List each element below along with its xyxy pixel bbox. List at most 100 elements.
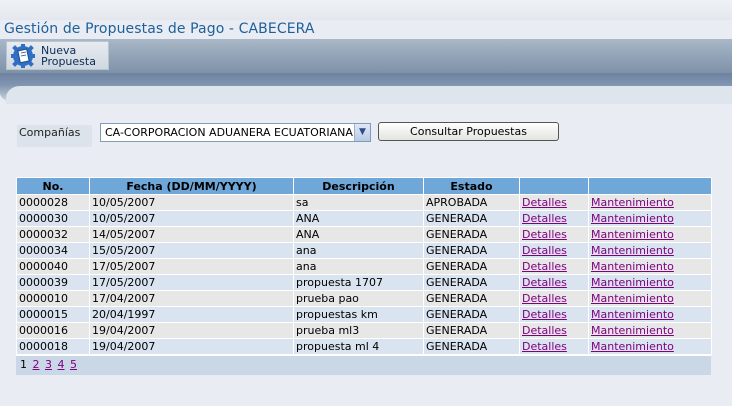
cell-estado: GENERADA	[423, 274, 520, 291]
cell-descripcion: prueba pao	[293, 290, 424, 307]
table-row: 0000030 10/05/2007 ANA GENERADA Detalles Mant…	[16, 210, 712, 227]
cell-mantenimiento: Mantenimiento	[588, 306, 712, 323]
cell-no: 0000016	[16, 322, 90, 339]
cell-descripcion: ana	[293, 242, 424, 259]
cell-estado: APROBADA	[423, 194, 520, 211]
cell-detalles: Detalles	[519, 338, 589, 355]
cell-no: 0000039	[16, 274, 90, 291]
cell-no: 0000015	[16, 306, 90, 323]
column-header-no: No.	[16, 177, 90, 195]
toolbar: Nueva Propuesta	[0, 39, 732, 73]
table-row: 0000018 19/04/2007 propuesta ml 4 GENERADA D…	[16, 338, 712, 355]
cell-descripcion: propuesta ml 4	[293, 338, 424, 355]
mantenimiento-link[interactable]: Mantenimiento	[591, 276, 674, 289]
cell-no: 0000040	[16, 258, 90, 275]
detalles-link[interactable]: Detalles	[522, 324, 567, 337]
new-proposal-label: Nueva Propuesta	[41, 44, 96, 68]
cell-fecha: 14/05/2007	[89, 226, 294, 243]
mantenimiento-link[interactable]: Mantenimiento	[591, 196, 674, 209]
pagination-page-link[interactable]: 4	[58, 358, 65, 371]
detalles-link[interactable]: Detalles	[522, 228, 567, 241]
table-header-row: No. Fecha (DD/MM/YYYY) Descripción Estad…	[16, 177, 712, 195]
detalles-link[interactable]: Detalles	[522, 308, 567, 321]
cell-no: 0000028	[16, 194, 90, 211]
mantenimiento-link[interactable]: Mantenimiento	[591, 340, 674, 353]
cell-mantenimiento: Mantenimiento	[588, 210, 712, 227]
pagination: 1 2 3 4 5	[16, 355, 711, 375]
cell-mantenimiento: Mantenimiento	[588, 194, 712, 211]
cell-no: 0000034	[16, 242, 90, 259]
table-row: 0000032 14/05/2007 ANA GENERADA Detalles Mant…	[16, 226, 712, 243]
cell-descripcion: ANA	[293, 210, 424, 227]
mantenimiento-link[interactable]: Mantenimiento	[591, 260, 674, 273]
cell-no: 0000010	[16, 290, 90, 307]
column-header-fecha: Fecha (DD/MM/YYYY)	[89, 177, 294, 195]
mantenimiento-link[interactable]: Mantenimiento	[591, 292, 674, 305]
cell-fecha: 19/04/2007	[89, 338, 294, 355]
cell-descripcion: propuesta 1707	[293, 274, 424, 291]
mantenimiento-link[interactable]: Mantenimiento	[591, 244, 674, 257]
cell-descripcion: propuestas km	[293, 306, 424, 323]
cell-mantenimiento: Mantenimiento	[588, 322, 712, 339]
pagination-page-link[interactable]: 2	[33, 358, 40, 371]
cell-estado: GENERADA	[423, 210, 520, 227]
cell-estado: GENERADA	[423, 290, 520, 307]
table-row: 0000040 17/05/2007 ana GENERADA Detalles Mant…	[16, 258, 712, 275]
detalles-link[interactable]: Detalles	[522, 196, 567, 209]
proposals-table: No. Fecha (DD/MM/YYYY) Descripción Estad…	[16, 177, 712, 355]
mantenimiento-link[interactable]: Mantenimiento	[591, 324, 674, 337]
chevron-down-icon[interactable]: ▼	[354, 124, 370, 141]
detalles-link[interactable]: Detalles	[522, 244, 567, 257]
mantenimiento-link[interactable]: Mantenimiento	[591, 212, 674, 225]
cell-descripcion: prueba ml3	[293, 322, 424, 339]
cell-descripcion: sa	[293, 194, 424, 211]
company-select[interactable]: CA-CORPORACION ADUANERA ECUATORIANA ▼	[100, 123, 371, 142]
new-proposal-button[interactable]: Nueva Propuesta	[6, 41, 109, 70]
cell-no: 0000032	[16, 226, 90, 243]
column-header-detalles	[519, 177, 589, 195]
detalles-link[interactable]: Detalles	[522, 292, 567, 305]
cell-detalles: Detalles	[519, 306, 589, 323]
cell-mantenimiento: Mantenimiento	[588, 290, 712, 307]
cell-detalles: Detalles	[519, 242, 589, 259]
cell-mantenimiento: Mantenimiento	[588, 242, 712, 259]
cell-detalles: Detalles	[519, 322, 589, 339]
cell-mantenimiento: Mantenimiento	[588, 226, 712, 243]
cell-no: 0000030	[16, 210, 90, 227]
consult-proposals-button[interactable]: Consultar Propuestas	[378, 122, 559, 141]
top-strip	[0, 0, 732, 20]
detalles-link[interactable]: Detalles	[522, 212, 567, 225]
table-row: 0000039 17/05/2007 propuesta 1707 GENERADA D…	[16, 274, 712, 291]
pagination-current-page: 1	[20, 358, 27, 371]
cell-fecha: 20/04/1997	[89, 306, 294, 323]
decorative-band-inner	[6, 86, 732, 104]
cell-estado: GENERADA	[423, 226, 520, 243]
cell-detalles: Detalles	[519, 210, 589, 227]
mantenimiento-link[interactable]: Mantenimiento	[591, 228, 674, 241]
mantenimiento-link[interactable]: Mantenimiento	[591, 308, 674, 321]
table-row: 0000015 20/04/1997 propuestas km GENERADA De…	[16, 306, 712, 323]
cell-estado: GENERADA	[423, 242, 520, 259]
detalles-link[interactable]: Detalles	[522, 340, 567, 353]
cell-fecha: 10/05/2007	[89, 194, 294, 211]
cell-detalles: Detalles	[519, 290, 589, 307]
cell-fecha: 17/05/2007	[89, 274, 294, 291]
detalles-link[interactable]: Detalles	[522, 260, 567, 273]
pagination-page-link[interactable]: 5	[70, 358, 77, 371]
detalles-link[interactable]: Detalles	[522, 276, 567, 289]
page-title: Gestión de Propuestas de Pago - CABECERA	[4, 21, 315, 37]
cell-detalles: Detalles	[519, 274, 589, 291]
company-select-value: CA-CORPORACION ADUANERA ECUATORIANA	[105, 126, 353, 139]
table-row: 0000010 17/04/2007 prueba pao GENERADA Detal…	[16, 290, 712, 307]
cell-estado: GENERADA	[423, 322, 520, 339]
cell-mantenimiento: Mantenimiento	[588, 274, 712, 291]
cell-no: 0000018	[16, 338, 90, 355]
pagination-page-link[interactable]: 3	[45, 358, 52, 371]
document-gear-icon	[11, 44, 35, 68]
column-header-mantenimiento	[588, 177, 712, 195]
table-row: 0000034 15/05/2007 ana GENERADA Detalles Mant…	[16, 242, 712, 259]
cell-mantenimiento: Mantenimiento	[588, 338, 712, 355]
column-header-descripcion: Descripción	[293, 177, 424, 195]
cell-fecha: 19/04/2007	[89, 322, 294, 339]
cell-detalles: Detalles	[519, 194, 589, 211]
